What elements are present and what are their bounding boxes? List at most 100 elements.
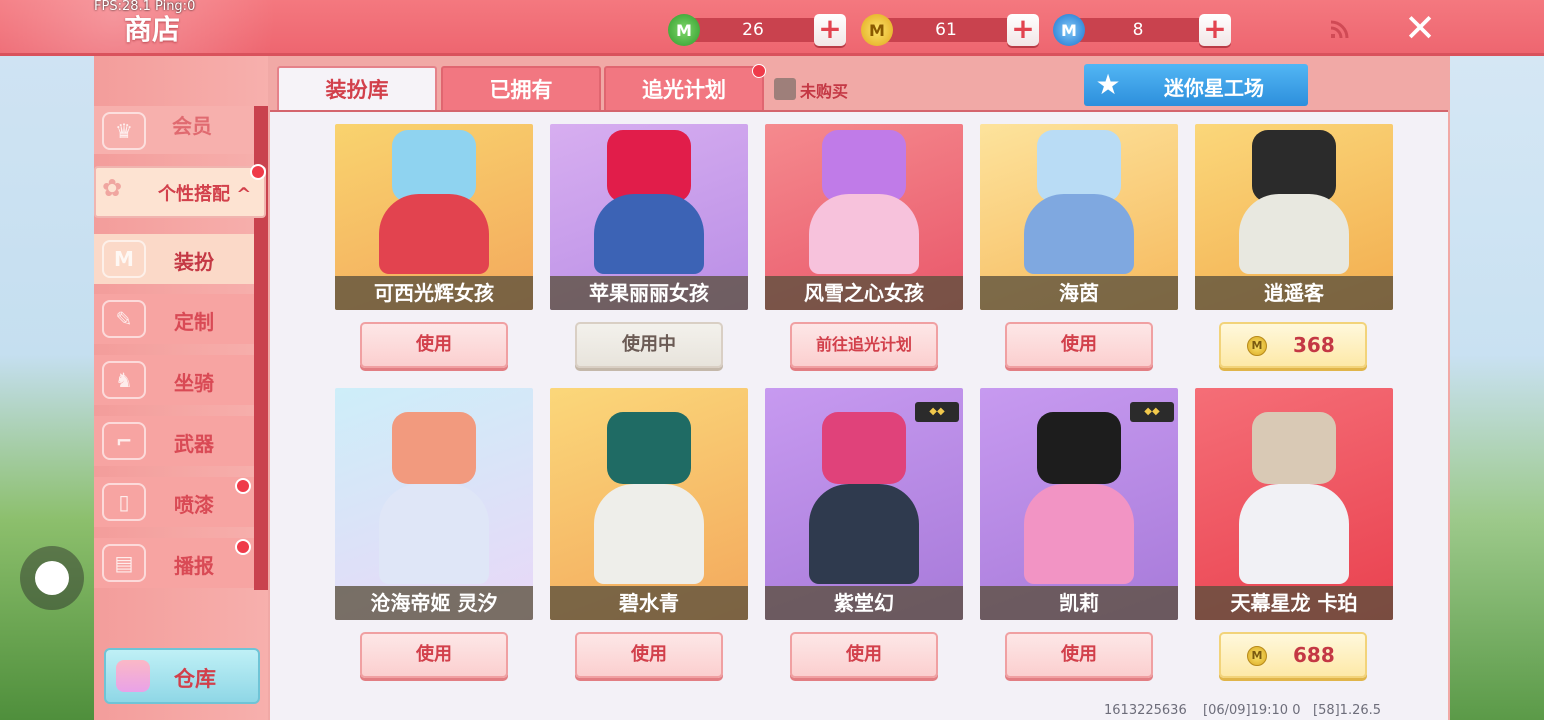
- page-title: 商店: [124, 13, 181, 46]
- star-icon: ★: [1095, 68, 1121, 101]
- outfit-card[interactable]: 逍遥客: [1195, 124, 1393, 310]
- shirt-icon: M: [102, 240, 146, 278]
- character-head: [1252, 130, 1336, 202]
- in-use-button[interactable]: 使用中: [575, 322, 723, 368]
- character-body: [809, 484, 919, 584]
- notification-dot: [250, 164, 266, 180]
- tab-owned[interactable]: 已拥有: [441, 66, 601, 112]
- sidebar-item-mount[interactable]: ♞ 坐骑: [94, 355, 254, 405]
- signal-icon: [1328, 18, 1352, 42]
- footer-date: [06/09]19:10 0: [1203, 703, 1301, 718]
- buy-button[interactable]: M 368: [1219, 322, 1367, 368]
- blue-m-coin-icon: M: [1053, 14, 1085, 46]
- hanger-icon: ✿: [102, 174, 123, 202]
- sidebar-item-label: 个性搭配 ^: [158, 184, 252, 205]
- unbought-checkbox[interactable]: [774, 78, 796, 100]
- use-button[interactable]: 使用: [790, 632, 938, 678]
- use-button[interactable]: 使用: [575, 632, 723, 678]
- outfit-card[interactable]: ◆◆ 紫堂幻: [765, 388, 963, 620]
- gold-m-coin-icon: M: [861, 14, 893, 46]
- sidebar-item-label: 定制: [174, 310, 214, 334]
- sidebar-item-label: 会员: [172, 114, 212, 138]
- outfit-card[interactable]: 碧水青: [550, 388, 748, 620]
- joystick[interactable]: [20, 546, 84, 610]
- character-body: [1239, 484, 1349, 584]
- currency-blue: M 8 +: [1053, 14, 1233, 46]
- mini-star-studio-button[interactable]: ★ 迷你星工场: [1084, 64, 1308, 106]
- sidebar-item-member[interactable]: ♛ 会员: [94, 106, 254, 154]
- outfit-name: 紫堂幻: [765, 586, 963, 620]
- sidebar-item-personal[interactable]: ✿ 个性搭配 ^: [94, 166, 266, 218]
- outfit-name: 碧水青: [550, 586, 748, 620]
- add-currency-button[interactable]: +: [1007, 14, 1039, 46]
- notification-dot: [752, 64, 766, 78]
- character-body: [379, 484, 489, 584]
- sidebar-item-label: 喷漆: [174, 493, 214, 517]
- warehouse-label: 仓库: [174, 667, 216, 691]
- character-head: [1037, 412, 1121, 484]
- character-head: [822, 412, 906, 484]
- character-body: [1024, 484, 1134, 584]
- sidebar-item-spray[interactable]: ▯ 喷漆: [94, 477, 254, 527]
- brand-badge-icon: ◆◆: [915, 402, 959, 422]
- studio-label: 迷你星工场: [1164, 76, 1264, 100]
- outfit-name: 逍遥客: [1195, 276, 1393, 310]
- sidebar-item-label: 播报: [174, 554, 214, 578]
- tab-outfit-library[interactable]: 装扮库: [277, 66, 437, 112]
- add-currency-button[interactable]: +: [1199, 14, 1231, 46]
- character-head: [1252, 412, 1336, 484]
- sidebar-item-weapon[interactable]: ⌐ 武器: [94, 416, 254, 466]
- outfit-card[interactable]: 苹果丽丽女孩: [550, 124, 748, 310]
- outfit-name: 沧海帝姬 灵汐: [335, 586, 533, 620]
- character-head: [392, 412, 476, 484]
- close-icon[interactable]: ✕: [1400, 8, 1440, 48]
- joystick-knob[interactable]: [35, 561, 69, 595]
- brush-icon: ✎: [102, 300, 146, 338]
- use-button[interactable]: 使用: [360, 322, 508, 368]
- notification-dot: [235, 478, 251, 494]
- buy-button[interactable]: M 688: [1219, 632, 1367, 678]
- go-light-plan-button[interactable]: 前往追光计划: [790, 322, 938, 368]
- character-body: [1239, 194, 1349, 274]
- currency-gold: M 61 +: [861, 14, 1041, 46]
- use-button[interactable]: 使用: [1005, 322, 1153, 368]
- outfit-card[interactable]: 风雪之心女孩: [765, 124, 963, 310]
- mount-icon: ♞: [102, 361, 146, 399]
- currency-value: 61: [935, 20, 957, 40]
- outfit-card[interactable]: 沧海帝姬 灵汐: [335, 388, 533, 620]
- scene-background-left: [0, 56, 94, 720]
- sidebar-item-label: 装扮: [174, 250, 214, 274]
- notification-dot: [235, 539, 251, 555]
- warehouse-chest-icon: [116, 660, 150, 692]
- sidebar-item-label: 坐骑: [174, 371, 214, 395]
- character-head: [607, 130, 691, 202]
- add-currency-button[interactable]: +: [814, 14, 846, 46]
- gold-m-coin-icon: M: [1247, 646, 1267, 666]
- warehouse-button[interactable]: 仓库: [104, 648, 260, 704]
- footer-version: [58]1.26.5: [1313, 703, 1382, 718]
- outfit-name: 苹果丽丽女孩: [550, 276, 748, 310]
- broadcast-icon: ▤: [102, 544, 146, 582]
- sidebar-item-label: 武器: [174, 432, 214, 456]
- use-button[interactable]: 使用: [360, 632, 508, 678]
- outfit-card[interactable]: 天幕星龙 卡珀: [1195, 388, 1393, 620]
- gold-m-coin-icon: M: [1247, 336, 1267, 356]
- outfit-name: 凯莉: [980, 586, 1178, 620]
- sidebar-item-custom[interactable]: ✎ 定制: [94, 294, 254, 344]
- outfit-card[interactable]: 可西光辉女孩: [335, 124, 533, 310]
- outfit-name: 风雪之心女孩: [765, 276, 963, 310]
- character-head: [822, 130, 906, 202]
- currency-green: M 26 +: [668, 14, 848, 46]
- scene-background-right: [1448, 56, 1544, 720]
- outfit-card[interactable]: ◆◆ 凯莉: [980, 388, 1178, 620]
- tab-light-plan[interactable]: 追光计划: [604, 66, 764, 112]
- sidebar-item-broadcast[interactable]: ▤ 播报: [94, 538, 254, 588]
- sidebar-item-outfit[interactable]: M 装扮: [94, 234, 254, 284]
- outfit-card[interactable]: 海茵: [980, 124, 1178, 310]
- character-head: [392, 130, 476, 202]
- use-button[interactable]: 使用: [1005, 632, 1153, 678]
- green-m-coin-icon: M: [668, 14, 700, 46]
- outfit-name: 可西光辉女孩: [335, 276, 533, 310]
- outfit-name: 海茵: [980, 276, 1178, 310]
- character-body: [379, 194, 489, 274]
